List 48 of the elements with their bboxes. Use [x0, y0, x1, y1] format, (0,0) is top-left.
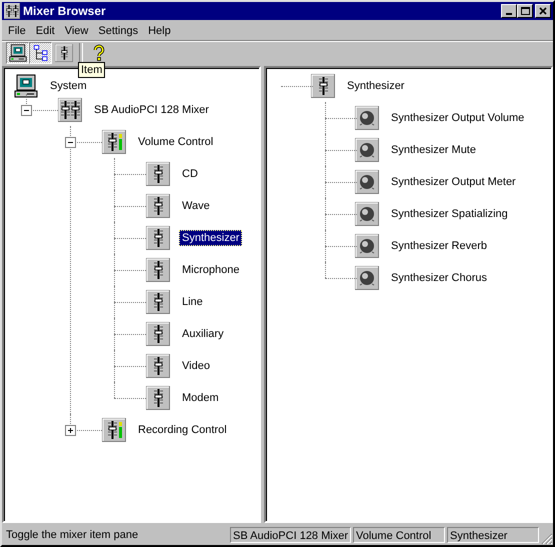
collapse-icon[interactable]	[65, 137, 76, 148]
tree-item[interactable]: Modem	[179, 390, 222, 406]
menu-item[interactable]: File	[3, 24, 31, 36]
close-button[interactable]	[535, 4, 551, 18]
status-text: SB AudioPCI 128 Mixer	[230, 527, 351, 543]
menu-item[interactable]: View	[60, 24, 94, 36]
dual-fader-icon	[4, 3, 20, 19]
collapse-icon[interactable]	[21, 105, 32, 116]
tree-item[interactable]: Line	[179, 294, 206, 310]
toolbar-button[interactable]	[6, 42, 29, 64]
minimize-button[interactable]	[501, 4, 517, 18]
tree-item[interactable]: Wave	[179, 198, 213, 214]
tree-item[interactable]: Synthesizer Mute	[388, 142, 479, 158]
menu-item[interactable]: Edit	[30, 24, 60, 36]
tree-item[interactable]: Recording Control	[135, 422, 230, 438]
expand-icon[interactable]	[65, 425, 76, 436]
minimize-icon	[506, 13, 512, 15]
tooltip: Item	[78, 62, 106, 78]
computer-icon	[8, 44, 26, 62]
tree-item[interactable]: Synthesizer Output Meter	[388, 174, 519, 190]
tree-item[interactable]: System	[47, 78, 90, 94]
toolbar-button[interactable]	[29, 42, 52, 64]
toolbar-button[interactable]	[52, 42, 75, 64]
tree-item[interactable]: Volume Control	[135, 134, 216, 150]
window-title: Mixer Browser	[23, 4, 107, 18]
tree-item[interactable]: Synthesizer	[344, 78, 408, 94]
tree-item[interactable]: SB AudioPCI 128 Mixer	[91, 102, 212, 118]
menu-item[interactable]: Help	[143, 24, 176, 36]
menu-item[interactable]: Settings	[93, 24, 144, 36]
close-icon	[537, 6, 549, 16]
fader-icon	[54, 44, 72, 62]
tree-item[interactable]: Synthesizer Reverb	[388, 238, 490, 254]
tree-item[interactable]: Auxiliary	[179, 326, 227, 342]
size-grip-icon[interactable]	[541, 533, 553, 545]
status-text: Toggle the mixer item pane	[5, 528, 140, 543]
tree-item[interactable]: Microphone	[179, 262, 242, 278]
status-text: Synthesizer	[447, 527, 539, 543]
status-text: Volume Control	[353, 527, 445, 543]
tree-item[interactable]: Video	[179, 358, 213, 374]
tree-item[interactable]: Synthesizer	[179, 230, 242, 246]
maximize-button[interactable]	[517, 4, 533, 18]
tree-item[interactable]: Synthesizer Output Volume	[388, 110, 528, 126]
tree-diagram-icon	[32, 44, 50, 62]
tree-item[interactable]: Synthesizer Chorus	[388, 270, 490, 286]
computer-icon	[14, 74, 38, 98]
maximize-icon	[519, 6, 531, 16]
tree-item[interactable]: Synthesizer Spatializing	[388, 206, 511, 222]
tree-item[interactable]: CD	[179, 166, 201, 182]
